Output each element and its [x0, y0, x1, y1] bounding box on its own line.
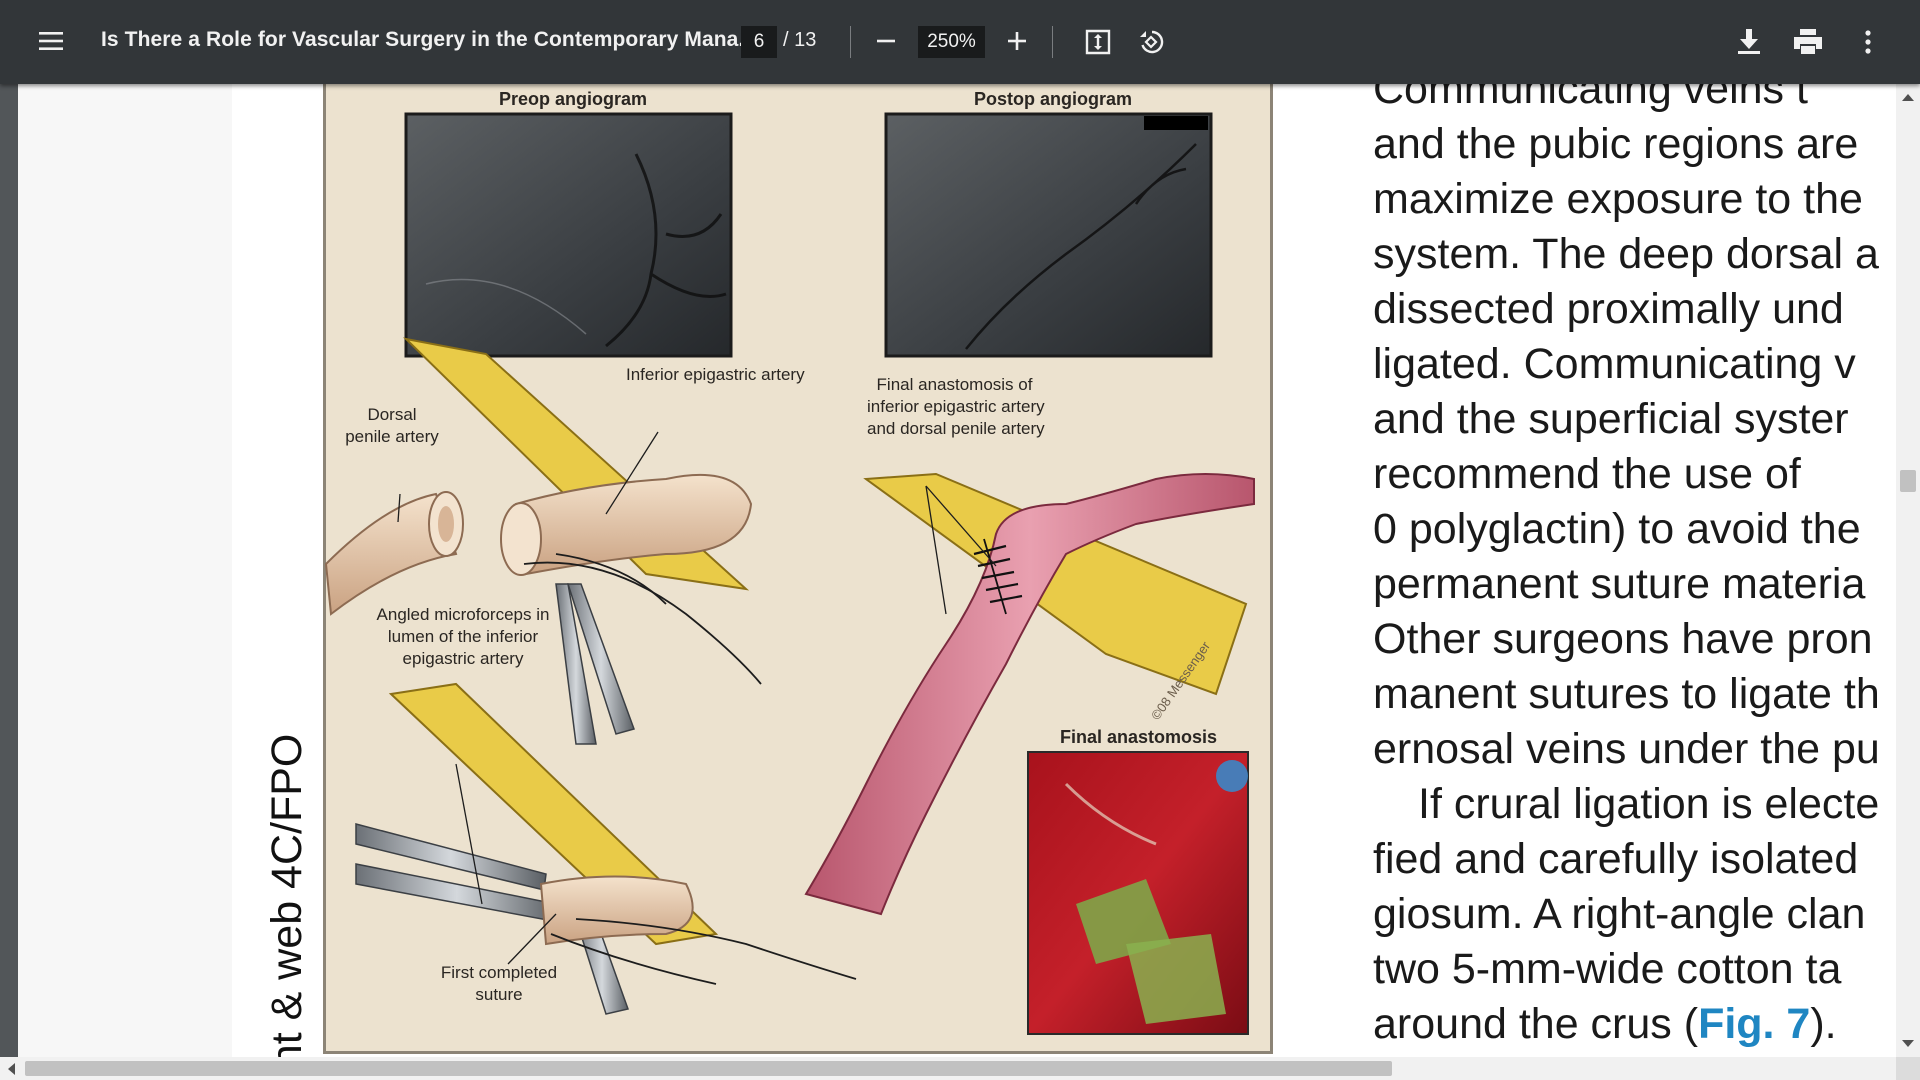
vertical-scroll-thumb[interactable]: [1900, 470, 1916, 492]
microforceps-label: Angled microforceps in lumen of the infe…: [368, 604, 558, 670]
page-number-input[interactable]: [741, 26, 777, 58]
horizontal-scroll-thumb[interactable]: [25, 1061, 1392, 1076]
preop-angiogram-label: Preop angiogram: [499, 89, 648, 109]
pdf-toolbar: Is There a Role for Vascular Surgery in …: [0, 0, 1920, 84]
article-body-text: Communicating veins t and the pubic regi…: [1373, 84, 1899, 1052]
text-line: 0 polyglactin) to avoid the: [1373, 505, 1861, 553]
text-line: manent sutures to ligate th: [1373, 670, 1880, 718]
first-suture-line-2: suture: [475, 985, 523, 1004]
fpo-side-label: print & web 4C/FPO: [263, 733, 311, 1057]
scroll-down-arrow-icon[interactable]: [1902, 1040, 1914, 1047]
document-title: Is There a Role for Vascular Surgery in …: [101, 28, 757, 51]
inferior-epigastric-label: Inferior epigastric artery: [626, 365, 805, 384]
postop-angiogram-image: [884, 112, 1213, 358]
text-line: dissected proximally und: [1373, 285, 1844, 333]
text-line: and the pubic regions are: [1373, 120, 1859, 168]
rotate-button[interactable]: [1130, 21, 1172, 63]
print-icon: [1794, 29, 1822, 54]
text-span: around the crus (: [1373, 1000, 1699, 1048]
text-line-indented: If crural ligation is electe: [1418, 780, 1880, 828]
text-span: ).: [1810, 1000, 1837, 1048]
download-button[interactable]: [1728, 21, 1770, 63]
text-line: Other surgeons have pron: [1373, 615, 1873, 663]
document-viewer[interactable]: Preop angiogram Postop angiogram Inferio…: [0, 84, 1920, 1080]
plus-icon: [1008, 32, 1026, 50]
scroll-left-arrow-icon[interactable]: [8, 1063, 15, 1075]
fit-to-page-button[interactable]: [1077, 21, 1119, 63]
rotate-counterclockwise-icon: [1140, 30, 1164, 54]
text-line: giosum. A right-angle clan: [1373, 890, 1866, 938]
scrollbar-corner: [1896, 1057, 1920, 1080]
text-line: fied and carefully isolated: [1373, 835, 1859, 883]
microforceps-line-3: epigastric artery: [402, 649, 524, 668]
toolbar-divider: [1052, 26, 1053, 58]
hamburger-menu-icon[interactable]: [30, 20, 72, 62]
text-line: ernosal veins under the pu: [1373, 725, 1880, 773]
figure-7-link[interactable]: Fig. 7: [1698, 1000, 1810, 1048]
toolbar-divider: [850, 26, 851, 58]
more-vertical-icon: [1865, 30, 1871, 54]
more-actions-button[interactable]: [1847, 21, 1889, 63]
text-line: recommend the use of: [1373, 450, 1801, 498]
surgical-figure: Preop angiogram Postop angiogram Inferio…: [306, 84, 1283, 1057]
text-line: two 5-mm-wide cotton ta: [1373, 945, 1842, 993]
first-suture-label: First completed suture: [434, 962, 564, 1006]
text-line: Communicating veins t: [1373, 84, 1808, 113]
page-total: / 13: [783, 29, 817, 51]
text-line: and the superficial syster: [1373, 395, 1849, 443]
microforceps-line-2: lumen of the inferior: [387, 627, 539, 646]
microforceps-line-1: Angled microforceps in: [376, 605, 550, 624]
text-line-with-link: around the crus (Fig. 7).: [1373, 997, 1899, 1052]
final-anastomosis-label: Final anastomosis: [1060, 727, 1218, 747]
text-line: ligated. Communicating v: [1373, 340, 1856, 388]
final-anastomosis-desc-line-3: and dorsal penile artery: [867, 419, 1045, 438]
first-suture-line-1: First completed: [440, 963, 558, 982]
final-anastomosis-desc-line-1: Final anastomosis of: [876, 375, 1033, 394]
dorsal-penile-line-1: Dorsal: [367, 405, 417, 424]
zoom-in-button[interactable]: [997, 21, 1037, 61]
page-margin: [18, 84, 232, 1057]
text-line: system. The deep dorsal a: [1373, 230, 1879, 278]
pdf-page: Preop angiogram Postop angiogram Inferio…: [18, 84, 1899, 1057]
figure-illustration: [324, 112, 1255, 1035]
dorsal-penile-line-2: penile artery: [345, 427, 439, 446]
scroll-up-arrow-icon[interactable]: [1902, 94, 1914, 101]
fit-to-page-icon: [1085, 29, 1111, 55]
postop-angiogram-label: Postop angiogram: [974, 89, 1133, 109]
minus-icon: [877, 39, 895, 43]
download-icon: [1738, 29, 1760, 54]
text-line: permanent suture materia: [1373, 560, 1866, 608]
horizontal-scrollbar[interactable]: [0, 1057, 1920, 1080]
zoom-level-input[interactable]: [918, 26, 985, 58]
dorsal-penile-artery-label: Dorsal penile artery: [342, 404, 442, 448]
vertical-scrollbar[interactable]: [1896, 84, 1920, 1057]
zoom-out-button[interactable]: [866, 21, 906, 61]
text-line: maximize exposure to the: [1373, 175, 1863, 223]
final-anastomosis-description: Final anastomosis of inferior epigastric…: [867, 374, 1045, 440]
print-button[interactable]: [1787, 21, 1829, 63]
final-anastomosis-desc-line-2: inferior epigastric artery: [867, 397, 1045, 416]
